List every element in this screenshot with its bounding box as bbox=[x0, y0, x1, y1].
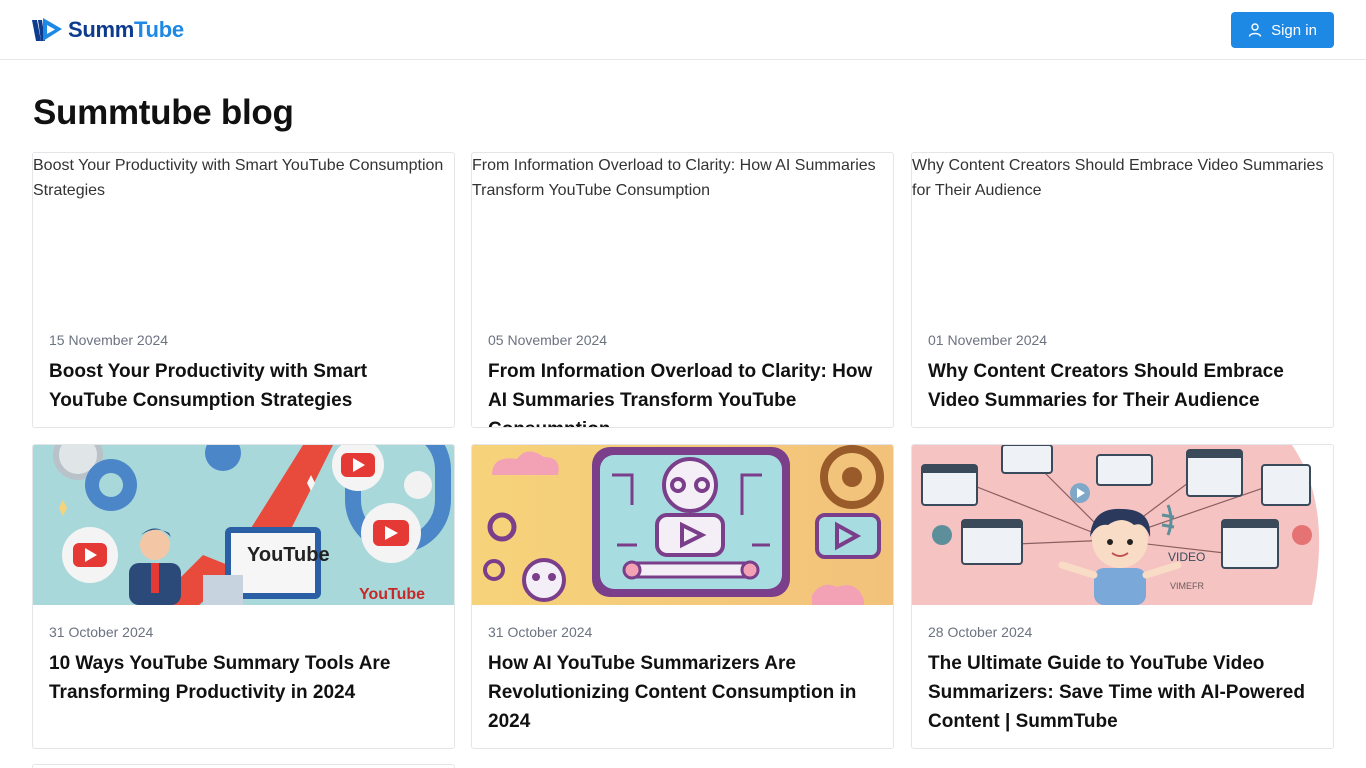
ai-robot-illustration bbox=[472, 445, 893, 605]
blog-card[interactable]: Boost Your Productivity with Smart YouTu… bbox=[32, 152, 455, 428]
video-label: VIDEO bbox=[1168, 550, 1205, 564]
post-image: VIDEO VIMEFR bbox=[912, 445, 1333, 605]
post-title[interactable]: Why Content Creators Should Embrace Vide… bbox=[928, 357, 1317, 415]
post-date: 31 October 2024 bbox=[488, 624, 593, 640]
post-title[interactable]: From Information Overload to Clarity: Ho… bbox=[488, 357, 877, 427]
blog-card[interactable] bbox=[32, 764, 455, 768]
post-image-alt: Why Content Creators Should Embrace Vide… bbox=[912, 157, 1324, 199]
vimefr-label: VIMEFR bbox=[1170, 581, 1205, 591]
post-title[interactable]: The Ultimate Guide to YouTube Video Summ… bbox=[928, 649, 1317, 736]
post-date: 01 November 2024 bbox=[928, 332, 1048, 348]
post-title[interactable]: 10 Ways YouTube Summary Tools Are Transf… bbox=[49, 649, 438, 707]
post-image: YouTube YouTube bbox=[33, 445, 454, 605]
top-header: SummTube Sign in bbox=[0, 0, 1366, 60]
productivity-illustration: YouTube YouTube bbox=[33, 445, 454, 605]
video-summaries-illustration: VIDEO VIMEFR bbox=[912, 445, 1333, 605]
post-image-broken: Boost Your Productivity with Smart YouTu… bbox=[33, 153, 454, 313]
post-image-alt: From Information Overload to Clarity: Ho… bbox=[472, 157, 876, 199]
blog-card[interactable]: 31 October 2024 How AI YouTube Summarize… bbox=[471, 444, 894, 749]
blog-card[interactable]: VIDEO VIMEFR 28 October 2024 The Ultimat… bbox=[911, 444, 1334, 749]
post-image-alt: Boost Your Productivity with Smart YouTu… bbox=[33, 157, 444, 199]
post-image bbox=[472, 445, 893, 605]
post-date: 31 October 2024 bbox=[49, 624, 154, 640]
post-date: 05 November 2024 bbox=[488, 332, 608, 348]
blog-card[interactable]: From Information Overload to Clarity: Ho… bbox=[471, 152, 894, 428]
summtube-logo[interactable]: SummTube bbox=[32, 16, 184, 44]
post-title[interactable]: Boost Your Productivity with Smart YouTu… bbox=[49, 357, 438, 415]
youtube-wordmark: YouTube bbox=[247, 544, 330, 566]
youtube-wordmark-small: YouTube bbox=[359, 586, 425, 603]
play-logo-icon bbox=[32, 17, 62, 41]
post-date: 28 October 2024 bbox=[928, 624, 1033, 640]
post-date: 15 November 2024 bbox=[49, 332, 169, 348]
page-title: Summtube blog bbox=[33, 93, 294, 132]
blog-card[interactable]: Why Content Creators Should Embrace Vide… bbox=[911, 152, 1334, 428]
user-icon bbox=[1248, 23, 1262, 37]
post-image-broken: From Information Overload to Clarity: Ho… bbox=[472, 153, 893, 313]
sign-in-button[interactable]: Sign in bbox=[1231, 12, 1334, 48]
logo-wordmark: SummTube bbox=[68, 17, 184, 42]
blog-card[interactable]: YouTube YouTube 31 October 2024 10 Ways … bbox=[32, 444, 455, 749]
post-title[interactable]: How AI YouTube Summarizers Are Revolutio… bbox=[488, 649, 877, 736]
post-image-broken: Why Content Creators Should Embrace Vide… bbox=[912, 153, 1333, 313]
sign-in-label: Sign in bbox=[1271, 21, 1317, 39]
